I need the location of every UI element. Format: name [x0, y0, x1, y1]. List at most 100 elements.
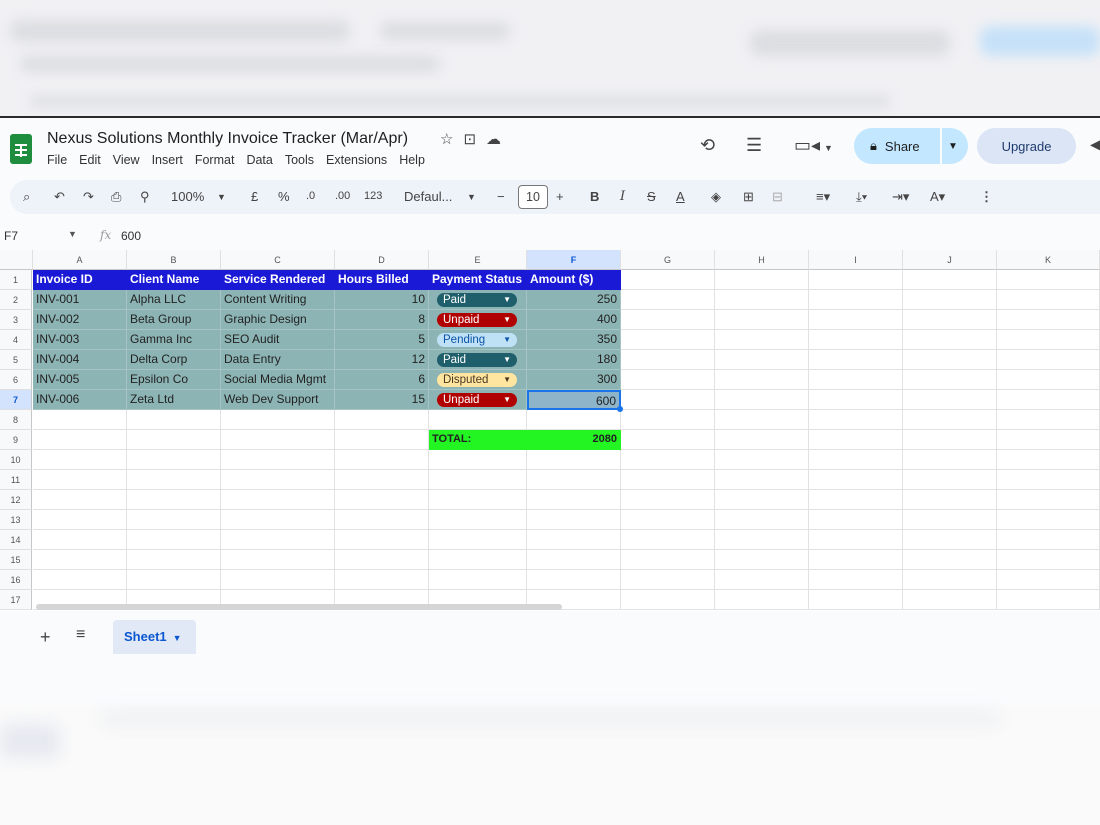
- font-size-input[interactable]: 10: [518, 185, 548, 209]
- grid-cell[interactable]: [621, 410, 715, 430]
- table-cell[interactable]: 15: [335, 390, 429, 410]
- grid-cell[interactable]: [997, 290, 1100, 310]
- table-cell[interactable]: SEO Audit: [221, 330, 335, 350]
- grid-cell[interactable]: [715, 410, 809, 430]
- grid-cell[interactable]: [809, 450, 903, 470]
- grid-cell[interactable]: [527, 470, 621, 490]
- grid-cell[interactable]: [809, 530, 903, 550]
- row-header-12[interactable]: 12: [0, 490, 32, 510]
- row-header-9[interactable]: 9: [0, 430, 32, 450]
- grid-cell[interactable]: [715, 330, 809, 350]
- table-cell[interactable]: 8: [335, 310, 429, 330]
- grid-cell[interactable]: [33, 410, 127, 430]
- row-header-5[interactable]: 5: [0, 350, 32, 370]
- table-cell[interactable]: 350: [527, 330, 621, 350]
- grid-cell[interactable]: [997, 550, 1100, 570]
- more-options-icon[interactable]: ⋮: [980, 189, 993, 205]
- name-box[interactable]: F7: [4, 229, 18, 243]
- grid-cell[interactable]: [715, 390, 809, 410]
- table-header-cell[interactable]: Invoice ID: [33, 270, 127, 290]
- grid-cell[interactable]: [715, 270, 809, 290]
- status-cell[interactable]: Paid ▼: [429, 350, 527, 370]
- grid-cell[interactable]: [33, 530, 127, 550]
- grid-cell[interactable]: [997, 350, 1100, 370]
- table-cell[interactable]: Epsilon Co: [127, 370, 221, 390]
- grid-cell[interactable]: [715, 550, 809, 570]
- status-cell[interactable]: Pending ▼: [429, 330, 527, 350]
- upgrade-button[interactable]: Upgrade: [977, 128, 1076, 164]
- add-sheet-icon[interactable]: +: [40, 627, 51, 648]
- column-header-h[interactable]: H: [715, 250, 809, 270]
- menu-data[interactable]: Data: [246, 153, 272, 167]
- grid-cell[interactable]: [33, 510, 127, 530]
- status-cell[interactable]: Unpaid ▼: [429, 310, 527, 330]
- all-sheets-icon[interactable]: ≡: [76, 626, 85, 644]
- chip-dropdown-icon[interactable]: ▼: [503, 333, 511, 347]
- grid-cell[interactable]: [621, 450, 715, 470]
- menu-extensions[interactable]: Extensions: [326, 153, 387, 167]
- column-header-j[interactable]: J: [903, 250, 997, 270]
- italic-button[interactable]: I: [620, 189, 625, 204]
- status-chip[interactable]: Disputed ▼: [437, 373, 517, 387]
- grid-cell[interactable]: [621, 590, 715, 610]
- grid-cell[interactable]: [33, 490, 127, 510]
- status-cell[interactable]: Disputed ▼: [429, 370, 527, 390]
- grid-cell[interactable]: [997, 510, 1100, 530]
- column-header-g[interactable]: G: [621, 250, 715, 270]
- grid-cell[interactable]: [621, 530, 715, 550]
- status-chip[interactable]: Paid ▼: [437, 293, 517, 307]
- formula-input[interactable]: 600: [121, 229, 141, 243]
- column-header-f[interactable]: F: [527, 250, 621, 270]
- chip-dropdown-icon[interactable]: ▼: [503, 313, 511, 327]
- grid-cell[interactable]: [335, 450, 429, 470]
- text-rotation-icon[interactable]: A▾: [930, 189, 945, 205]
- grid-cell[interactable]: [621, 270, 715, 290]
- fill-color-icon[interactable]: ◈: [711, 189, 721, 205]
- row-header-15[interactable]: 15: [0, 550, 32, 570]
- grid-cell[interactable]: [997, 270, 1100, 290]
- row-header-7[interactable]: 7: [0, 390, 32, 410]
- grid-cell[interactable]: [715, 470, 809, 490]
- menu-insert[interactable]: Insert: [152, 153, 183, 167]
- table-cell[interactable]: 10: [335, 290, 429, 310]
- grid-cell[interactable]: [997, 470, 1100, 490]
- grid-cell[interactable]: [429, 570, 527, 590]
- row-header-8[interactable]: 8: [0, 410, 32, 430]
- status-chip[interactable]: Unpaid ▼: [437, 313, 517, 327]
- row-header-14[interactable]: 14: [0, 530, 32, 550]
- grid-cell[interactable]: [335, 490, 429, 510]
- row-header-2[interactable]: 2: [0, 290, 32, 310]
- table-cell[interactable]: Graphic Design: [221, 310, 335, 330]
- grid-cell[interactable]: [903, 450, 997, 470]
- grid-cell[interactable]: [809, 290, 903, 310]
- grid-cell[interactable]: [715, 530, 809, 550]
- grid-cell[interactable]: [809, 430, 903, 450]
- column-header-c[interactable]: C: [221, 250, 335, 270]
- grid-cell[interactable]: [429, 410, 527, 430]
- grid-cell[interactable]: [621, 350, 715, 370]
- status-chip[interactable]: Paid ▼: [437, 353, 517, 367]
- grid-cell[interactable]: [809, 590, 903, 610]
- grid-cell[interactable]: [903, 570, 997, 590]
- table-cell[interactable]: Zeta Ltd: [127, 390, 221, 410]
- grid-cell[interactable]: [127, 430, 221, 450]
- grid-cell[interactable]: [809, 370, 903, 390]
- grid-cell[interactable]: [33, 570, 127, 590]
- table-cell[interactable]: INV-005: [33, 370, 127, 390]
- table-cell[interactable]: 6: [335, 370, 429, 390]
- row-header-3[interactable]: 3: [0, 310, 32, 330]
- grid-cell[interactable]: [527, 410, 621, 430]
- search-menus-icon[interactable]: ⌕: [23, 189, 30, 205]
- column-header-i[interactable]: I: [809, 250, 903, 270]
- grid-cell[interactable]: [997, 330, 1100, 350]
- grid-cell[interactable]: [621, 550, 715, 570]
- grid-cell[interactable]: [809, 470, 903, 490]
- table-cell[interactable]: 400: [527, 310, 621, 330]
- currency-format-button[interactable]: £: [251, 189, 258, 204]
- star-icon[interactable]: ☆: [440, 130, 453, 148]
- table-cell[interactable]: Data Entry: [221, 350, 335, 370]
- grid-cell[interactable]: [335, 410, 429, 430]
- table-cell[interactable]: Beta Group: [127, 310, 221, 330]
- grid-cell[interactable]: [903, 470, 997, 490]
- grid-cell[interactable]: [903, 290, 997, 310]
